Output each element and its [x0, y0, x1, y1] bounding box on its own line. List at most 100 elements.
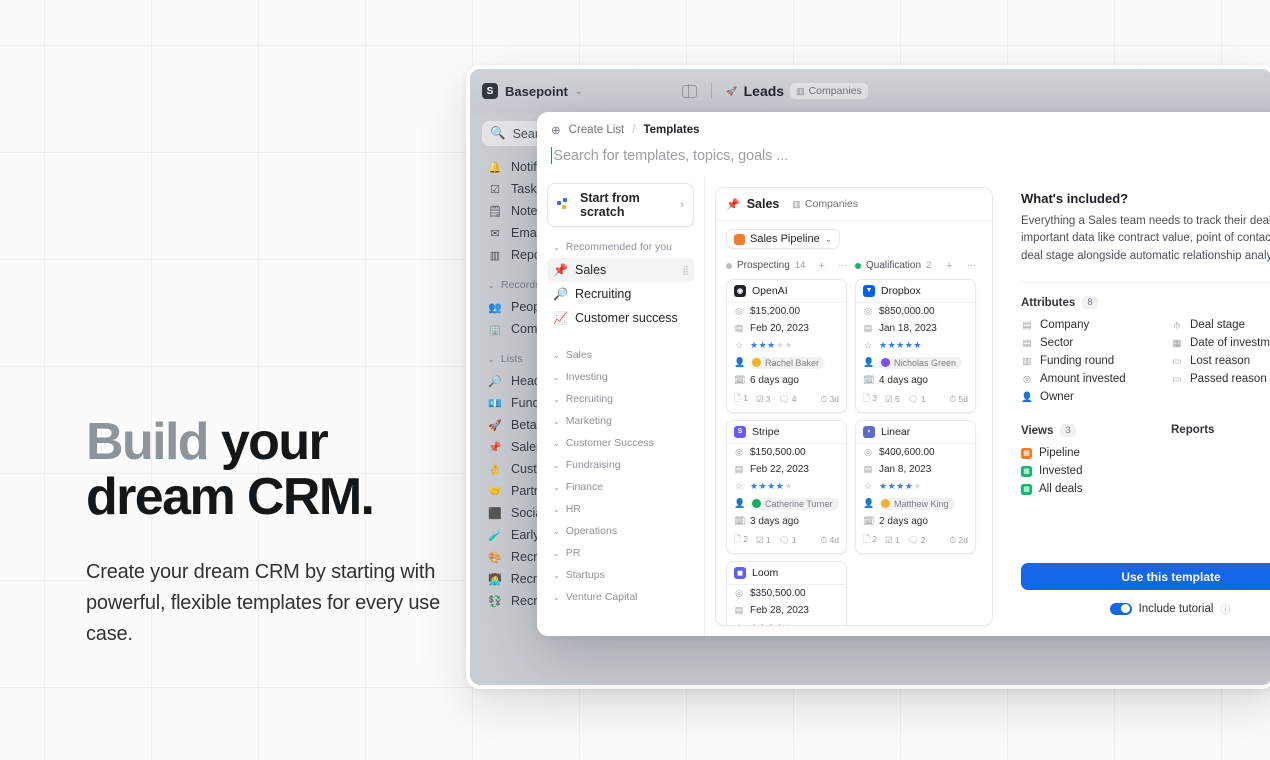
activity-icon: 🗓: [863, 515, 875, 526]
deal-rating: ★★★★★: [750, 339, 793, 350]
use-this-template-button[interactable]: Use this template: [1021, 563, 1270, 590]
deal-rating-row: ☆ ★★★★★: [727, 337, 846, 354]
kanban-column-name: Prospecting: [737, 260, 790, 271]
chevron-down-icon: ⌄: [553, 526, 560, 536]
kanban-column-qualification: Qualification 2 + ⋯ ▼ Dropbox ◎ $850,000.00 ▤ Jan…: [855, 260, 976, 626]
attribute-label: Passed reason: [1190, 373, 1267, 386]
owner-name: Nicholas Green: [894, 357, 957, 368]
category-group-operations[interactable]: ⌄ Operations: [547, 520, 694, 542]
breadcrumb-object-chip[interactable]: ▥ Companies: [790, 83, 868, 99]
workspace-switcher[interactable]: S Basepoint ⌄: [482, 83, 582, 99]
column-menu-icon[interactable]: ⋯: [838, 260, 847, 271]
deal-card[interactable]: S Stripe ◎ $150,500.00 ▤ Feb 22, 2023 ☆ ★★★★★ 👤 C…: [726, 419, 847, 554]
star-outline-icon: ☆: [734, 622, 744, 626]
stage-dot-icon: [855, 262, 861, 269]
include-tutorial-toggle[interactable]: [1109, 602, 1132, 615]
hero-title-line2: dream CRM.: [86, 468, 375, 527]
list-icon: ☑: [490, 183, 500, 196]
chevron-down-icon: ⌄: [553, 504, 560, 514]
view-type-icon: ▦: [1021, 447, 1032, 459]
list-icon: 💱: [488, 595, 502, 608]
deal-card[interactable]: ◉ OpenAI ◎ $15,200.00 ▤ Feb 20, 2023 ☆ ★★★★★ 👤 Ra…: [726, 278, 847, 413]
category-group-label: Customer Success: [565, 437, 654, 449]
search-icon: 🔍: [490, 126, 506, 140]
deal-card-header: ◉ OpenAI: [727, 280, 846, 303]
breadcrumb-templates[interactable]: Templates: [643, 124, 699, 136]
view-invested: ▦ Invested: [1021, 462, 1171, 480]
deal-rating-row: ☆ ★★★★★: [727, 619, 846, 626]
view-selector[interactable]: Sales Pipeline ⌄: [726, 229, 841, 249]
notes-count: 🗋 1: [734, 392, 748, 403]
stage-dot-icon: [726, 262, 732, 269]
company-logo-icon: ▼: [863, 284, 875, 297]
recommended-item-sales[interactable]: 📌 Sales ⣿: [547, 258, 694, 282]
preview-chip-label: Companies: [804, 198, 859, 210]
category-group-label: PR: [565, 547, 581, 559]
attribute-type-icon: ▭: [1172, 355, 1182, 367]
recommended-item-customer-success[interactable]: 📈 Customer success: [547, 306, 694, 330]
attributes-grid: ▤ Company ▤ Sector ▥ Funding round ◎ Amount inv…: [1021, 316, 1270, 406]
deal-owner-row: 👤 Catherine Turner: [727, 495, 846, 513]
category-group-pr[interactable]: ⌄ PR: [547, 542, 694, 564]
money-icon: ◎: [864, 446, 872, 457]
category-group-label: Fundraising: [565, 459, 621, 471]
attribute-sector: ▤ Sector: [1021, 334, 1171, 352]
start-from-scratch-button[interactable]: Start from scratch ›: [547, 183, 694, 227]
recommended-item-recruiting[interactable]: 🔎 Recruiting: [547, 282, 694, 306]
money-icon: ◎: [735, 305, 743, 316]
deal-card[interactable]: ▼ Dropbox ◎ $850,000.00 ▤ Jan 18, 2023 ☆ ★★★★★ 👤…: [855, 278, 976, 413]
category-group-recruiting[interactable]: ⌄ Recruiting: [547, 388, 694, 410]
attribute-funding-round: ▥ Funding round: [1021, 352, 1171, 370]
category-group-finance[interactable]: ⌄ Finance: [547, 476, 694, 498]
column-menu-icon[interactable]: ⋯: [967, 260, 976, 271]
category-group-label: Operations: [565, 525, 618, 537]
chevron-down-icon: ⌄: [488, 280, 495, 290]
deal-company-name: OpenAI: [752, 284, 788, 297]
category-group-fundraising[interactable]: ⌄ Fundraising: [547, 454, 694, 476]
category-group-label: HR: [565, 503, 581, 515]
attribute-type-icon: ⫛: [1174, 319, 1180, 331]
deal-owner-row: 👤 Matthew King: [856, 495, 975, 513]
recommended-group-header[interactable]: ⌄ Recommended for you: [547, 236, 694, 258]
deal-date-row: ▤ Feb 22, 2023: [727, 461, 846, 478]
category-group-label: Recruiting: [565, 393, 613, 405]
add-card-icon[interactable]: +: [818, 260, 824, 272]
topbar-divider: [711, 83, 713, 99]
deal-age: ⏱ 5d: [949, 394, 968, 404]
category-group-venture-capital[interactable]: ⌄ Venture Capital: [547, 586, 694, 608]
views-column: Views 3 ▦ Pipeline ▦ Invested ▦ All deals: [1021, 424, 1171, 498]
category-group-hr[interactable]: ⌄ HR: [547, 498, 694, 520]
deal-amount-row: ◎ $15,200.00: [727, 303, 846, 320]
tasks-count: ☑ 5: [884, 394, 900, 404]
category-pane: Start from scratch › ⌄ Recommended for y…: [537, 177, 705, 636]
category-group-startups[interactable]: ⌄ Startups: [547, 564, 694, 586]
calendar-icon: ▤: [734, 604, 744, 615]
deal-card[interactable]: ◗ Linear ◎ $400,600.00 ▤ Jan 8, 2023 ☆ ★★★★★ 👤 Ma…: [855, 419, 976, 554]
deal-rating-row: ☆ ★★★★★: [856, 337, 975, 354]
category-group-investing[interactable]: ⌄ Investing: [547, 366, 694, 388]
breadcrumb-chip-label: Companies: [808, 85, 862, 97]
avatar: [881, 358, 890, 367]
preview-view-selector-row: Sales Pipeline ⌄: [716, 221, 992, 254]
attribute-deal-stage: ⫛ Deal stage: [1171, 316, 1270, 334]
help-icon[interactable]: ⓘ: [1220, 601, 1230, 616]
toggle-sidebar-icon[interactable]: [682, 84, 698, 98]
add-card-icon[interactable]: +: [946, 260, 952, 272]
drag-handle-icon[interactable]: ⣿: [682, 265, 689, 276]
money-icon: ◎: [735, 587, 743, 598]
deal-card-footer: 🗋 3 ☑ 5 🗨 1 ⏱ 5d: [856, 389, 975, 412]
recommended-item-label: Customer success: [575, 311, 678, 325]
attribute-label: Lost reason: [1190, 355, 1251, 368]
category-group-marketing[interactable]: ⌄ Marketing: [547, 410, 694, 432]
deal-card[interactable]: ◼ Loom ◎ $350,500.00 ▤ Feb 28, 2023 ☆ ★★★★★: [726, 560, 847, 626]
deal-date-row: ▤ Feb 20, 2023: [727, 320, 846, 337]
attribute-type-icon: ▦: [1172, 337, 1182, 349]
category-group-customer-success[interactable]: ⌄ Customer Success: [547, 432, 694, 454]
template-info-pane: What's included? Everything a Sales team…: [1003, 177, 1270, 636]
template-search-input[interactable]: Search for templates, topics, goals ...: [537, 145, 1270, 177]
category-group-sales[interactable]: ⌄ Sales: [547, 344, 694, 366]
sidebar-group-lists-label: Lists: [500, 353, 523, 365]
breadcrumb-create-list[interactable]: Create List: [569, 124, 625, 136]
attribute-type-icon: ▤: [1022, 319, 1032, 331]
deal-amount: $150,500.00: [750, 446, 806, 458]
